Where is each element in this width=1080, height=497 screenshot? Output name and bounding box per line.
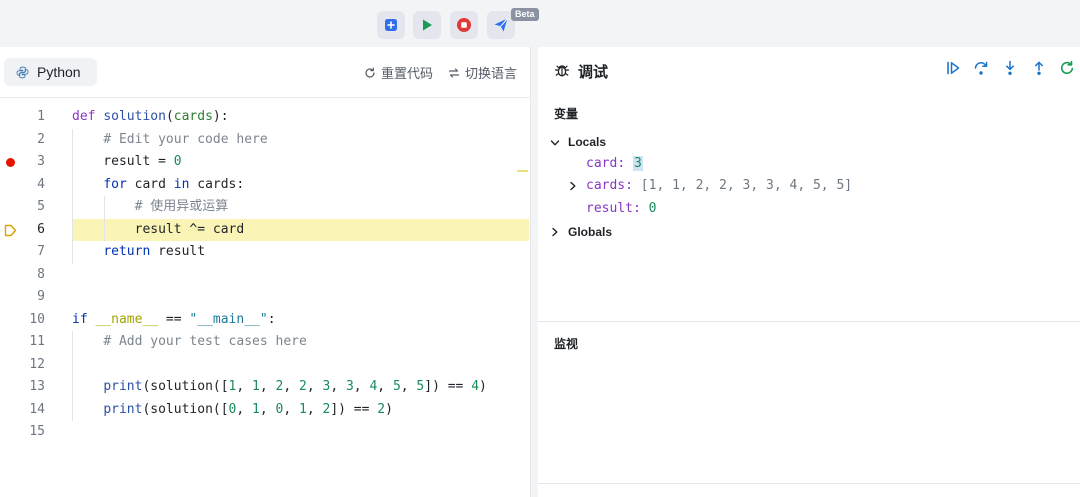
code-line: 2 # Edit your code here bbox=[0, 128, 531, 151]
code-line: 15 bbox=[0, 421, 531, 444]
code-text: if __name__ == "__main__": bbox=[72, 311, 276, 327]
line-number: 8 bbox=[37, 266, 45, 282]
current-code-line: 6 result ^= card bbox=[0, 218, 531, 241]
line-number: 7 bbox=[37, 244, 45, 259]
line-number: 4 bbox=[37, 176, 45, 192]
line-number: 12 bbox=[29, 356, 45, 372]
beta-badge: Beta bbox=[511, 8, 539, 21]
switch-language-button[interactable]: 切换语言 bbox=[448, 63, 517, 82]
chevron-right-icon bbox=[570, 181, 576, 191]
language-label: Python bbox=[37, 64, 81, 80]
code-area[interactable]: 1 def solution(cards): 2 # Edit your cod… bbox=[0, 106, 531, 444]
line-number: 6 bbox=[37, 221, 45, 237]
code-text: print(solution([1, 1, 2, 2, 3, 3, 4, 5, … bbox=[103, 379, 487, 394]
globals-group[interactable]: Globals bbox=[550, 221, 612, 243]
variable-value: [1, 1, 2, 2, 3, 3, 4, 5, 5] bbox=[640, 178, 853, 193]
send-icon bbox=[494, 18, 508, 32]
code-line: 3 result = 0 bbox=[0, 151, 531, 174]
variable-name: card bbox=[586, 156, 618, 171]
code-text: return result bbox=[103, 244, 206, 259]
top-toolbar: Beta bbox=[0, 0, 1080, 47]
section-divider bbox=[538, 321, 1080, 322]
bug-icon bbox=[554, 65, 570, 77]
chevron-down-icon bbox=[550, 140, 560, 146]
line-number: 14 bbox=[29, 401, 45, 417]
line-number: 13 bbox=[29, 379, 45, 394]
code-text: # Edit your code here bbox=[103, 131, 268, 147]
line-number: 15 bbox=[29, 424, 45, 439]
line-number: 1 bbox=[37, 109, 45, 124]
plus-square-icon bbox=[385, 19, 397, 31]
globals-label: Globals bbox=[568, 225, 613, 239]
locals-group[interactable]: Locals bbox=[550, 131, 606, 153]
step-out-icon[interactable] bbox=[1031, 60, 1047, 76]
step-into-icon[interactable] bbox=[1002, 60, 1018, 76]
code-line: 5 # 使用异或运算 bbox=[0, 196, 531, 219]
add-button[interactable] bbox=[377, 11, 405, 39]
reset-code-label: 重置代码 bbox=[381, 66, 434, 81]
debug-panel: 调试 变量 Locals card: 3 cards: [1, 1, 2, 2,… bbox=[538, 47, 1080, 497]
code-line: 14 print(solution([0, 1, 0, 1, 2]) == 2) bbox=[0, 398, 531, 421]
variable-row[interactable]: cards: [1, 1, 2, 2, 3, 3, 4, 5, 5] bbox=[568, 175, 852, 197]
line-number: 5 bbox=[37, 199, 45, 214]
variables-section-title: 变量 bbox=[554, 107, 579, 121]
section-divider bbox=[538, 483, 1080, 484]
python-logo-icon bbox=[16, 66, 29, 78]
line-number: 3 bbox=[37, 154, 45, 169]
restart-icon[interactable] bbox=[1059, 60, 1075, 76]
code-text: # Add your test cases here bbox=[103, 334, 307, 349]
run-button[interactable] bbox=[413, 11, 441, 39]
locals-label: Locals bbox=[568, 135, 607, 149]
swap-icon bbox=[448, 67, 460, 78]
code-text: def solution(cards): bbox=[72, 109, 229, 124]
code-line: 1 def solution(cards): bbox=[0, 106, 531, 129]
variable-row[interactable]: result: 0 bbox=[586, 198, 656, 220]
variable-row[interactable]: card: 3 bbox=[586, 153, 643, 175]
refresh-icon bbox=[365, 67, 375, 78]
code-line: 4 for card in cards: bbox=[0, 173, 531, 196]
play-icon bbox=[423, 19, 432, 31]
switch-language-label: 切换语言 bbox=[465, 66, 518, 81]
code-text: # 使用异或运算 bbox=[134, 199, 229, 214]
code-line: 13 print(solution([1, 1, 2, 2, 3, 3, 4, … bbox=[0, 376, 531, 399]
code-line: 7 return result bbox=[0, 241, 531, 264]
code-line: 8 bbox=[0, 264, 531, 287]
reset-code-button[interactable]: 重置代码 bbox=[364, 63, 433, 82]
variable-value: 0 bbox=[648, 201, 657, 216]
debug-title: 调试 bbox=[578, 64, 609, 81]
code-line: 10 if __name__ == "__main__": bbox=[0, 309, 531, 332]
stop-icon bbox=[457, 18, 471, 32]
stop-button[interactable] bbox=[450, 11, 478, 39]
editor-header: Python 重置代码 切换语言 bbox=[0, 47, 531, 98]
watch-section-title: 监视 bbox=[554, 337, 579, 351]
code-text: print(solution([0, 1, 0, 1, 2]) == 2) bbox=[103, 401, 393, 417]
code-line: 11 # Add your test cases here bbox=[0, 331, 531, 354]
chevron-right-icon bbox=[552, 227, 558, 237]
code-line: 12 bbox=[0, 353, 531, 376]
variable-name: result bbox=[586, 201, 633, 216]
code-text: for card in cards: bbox=[103, 176, 245, 192]
line-number: 2 bbox=[37, 131, 45, 147]
debug-header: 调试 bbox=[538, 47, 1080, 94]
step-over-icon[interactable] bbox=[973, 60, 989, 76]
continue-icon[interactable] bbox=[945, 60, 961, 76]
line-number: 9 bbox=[37, 289, 45, 304]
variable-name: cards bbox=[586, 178, 626, 193]
code-text: result = 0 bbox=[72, 154, 182, 169]
line-number: 11 bbox=[29, 334, 45, 349]
code-line: 9 bbox=[0, 286, 531, 309]
line-number: 10 bbox=[29, 311, 45, 327]
code-text: result ^= card bbox=[72, 221, 245, 237]
language-tab[interactable]: Python bbox=[4, 58, 97, 86]
code-editor-panel: Python 重置代码 切换语言 1 def solution(cards): … bbox=[0, 47, 531, 497]
variable-value: 3 bbox=[632, 156, 643, 171]
